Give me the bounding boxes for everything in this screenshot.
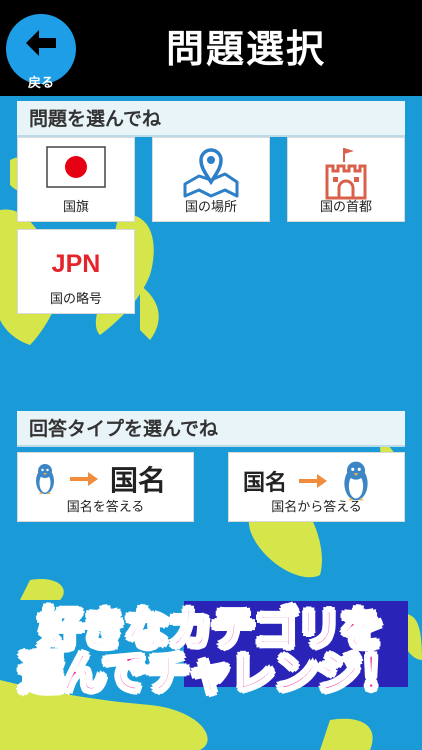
card-label: 国の首都 bbox=[319, 200, 372, 215]
question-card-flag[interactable]: 国旗 bbox=[17, 137, 135, 222]
arrow-right-icon bbox=[299, 474, 328, 488]
flag-icon bbox=[46, 146, 106, 188]
top-bar: 戻る 問題選択 bbox=[0, 0, 422, 96]
penguin-icon bbox=[36, 464, 54, 494]
answer-card-name[interactable]: 国名 国名を答える bbox=[17, 452, 194, 522]
question-card-location[interactable]: 国の場所 bbox=[152, 137, 270, 222]
card-label: 国の場所 bbox=[184, 200, 237, 215]
country-name-icon: 国名 bbox=[243, 471, 288, 496]
map-pin-icon bbox=[183, 148, 239, 198]
banner-line-2: 選んでチャレンジ！ bbox=[18, 647, 405, 700]
castle-icon bbox=[325, 148, 367, 200]
back-label: 戻る bbox=[27, 76, 54, 91]
card-label: 国名から答える bbox=[271, 500, 362, 515]
question-section-header: 問題を選んでね bbox=[17, 101, 405, 137]
question-card-abbreviation[interactable]: JPN 国の略号 bbox=[17, 229, 135, 314]
card-label: 国の略号 bbox=[49, 292, 102, 307]
promo-banner: 好きなカテゴリを 選んでチャレンジ！ bbox=[14, 597, 408, 700]
card-label: 国旗 bbox=[62, 200, 89, 215]
abbreviation-icon: JPN bbox=[51, 250, 101, 278]
answer-section-header: 回答タイプを選んでね bbox=[17, 411, 405, 447]
page-title: 問題選択 bbox=[165, 27, 326, 71]
answer-card-from-name[interactable]: 国名 国名から答える bbox=[228, 452, 405, 522]
question-card-capital[interactable]: 国の首都 bbox=[287, 137, 405, 222]
arrow-right-icon bbox=[70, 472, 98, 486]
arrow-left-icon bbox=[26, 30, 56, 56]
country-name-icon: 国名 bbox=[110, 464, 167, 497]
card-label: 国名を答える bbox=[66, 500, 145, 515]
